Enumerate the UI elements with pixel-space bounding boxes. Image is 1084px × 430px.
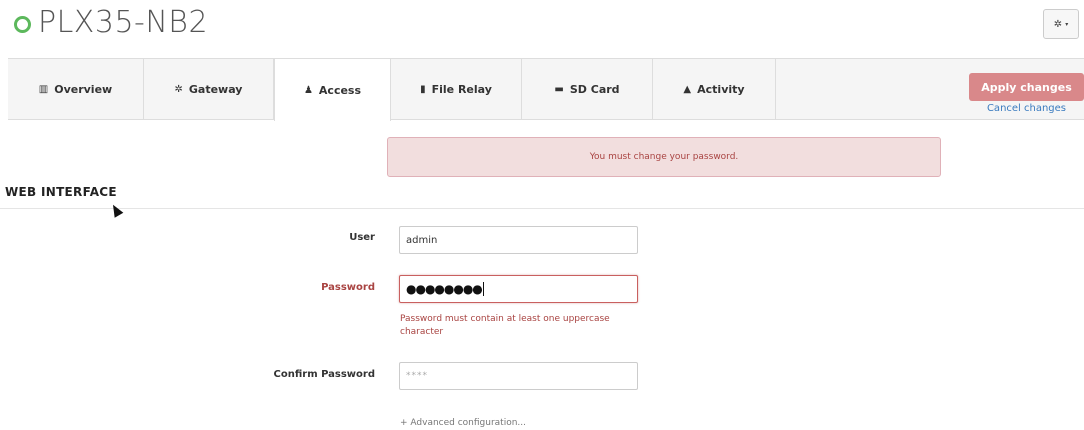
tab-label: Gateway: [188, 82, 243, 96]
text-cursor: [482, 282, 484, 296]
password-label: Password: [321, 282, 375, 293]
tab-label: SD Card: [569, 82, 620, 96]
user-label: User: [349, 232, 375, 243]
tab-label: Activity: [697, 82, 745, 96]
mouse-cursor-icon: [108, 202, 124, 218]
tab-sd-card[interactable]: ▬ SD Card: [522, 58, 653, 120]
device-title: PLX35-NB2: [38, 5, 209, 40]
tab-label: File Relay: [431, 82, 492, 96]
settings-dropdown-button[interactable]: ✲ ▾: [1043, 9, 1079, 39]
password-input[interactable]: ●●●●●●●●: [399, 275, 638, 303]
chart-icon: ▥: [38, 83, 49, 95]
bell-icon: ▲: [683, 83, 692, 95]
password-input-value: ●●●●●●●●: [406, 282, 483, 296]
confirm-password-label: Confirm Password: [273, 369, 375, 380]
confirm-password-placeholder: ****: [406, 371, 428, 381]
section-title: WEB INTERFACE: [5, 185, 117, 199]
tab-overview[interactable]: ▥ Overview: [8, 58, 144, 120]
tab-file-relay[interactable]: ▮ File Relay: [391, 58, 522, 120]
user-input[interactable]: admin: [399, 226, 638, 254]
alert-message: You must change your password.: [589, 152, 739, 162]
tab-label: Access: [318, 83, 362, 97]
chevron-down-icon: ▾: [1065, 20, 1069, 28]
advanced-configuration-link[interactable]: + Advanced configuration...: [400, 418, 526, 428]
cancel-changes-link[interactable]: Cancel changes: [969, 103, 1084, 114]
confirm-password-input[interactable]: ****: [399, 362, 638, 390]
apply-changes-button[interactable]: Apply changes: [969, 73, 1084, 101]
gear-icon: ✲: [1053, 18, 1063, 30]
gear-icon: ✲: [174, 83, 183, 95]
password-error-message: Password must contain at least one upper…: [400, 314, 610, 337]
file-icon: ▮: [420, 83, 426, 95]
user-input-value: admin: [406, 234, 438, 246]
tab-activity[interactable]: ▲ Activity: [653, 58, 776, 120]
tab-label: Overview: [54, 82, 113, 96]
user-icon: ♟: [303, 84, 313, 96]
tab-gateway[interactable]: ✲ Gateway: [144, 58, 274, 120]
password-warning-alert: You must change your password.: [387, 137, 941, 177]
status-indicator-icon: [14, 16, 31, 33]
tab-access[interactable]: ♟ Access: [274, 58, 391, 121]
section-divider: [0, 208, 1084, 209]
folder-icon: ▬: [554, 83, 564, 95]
